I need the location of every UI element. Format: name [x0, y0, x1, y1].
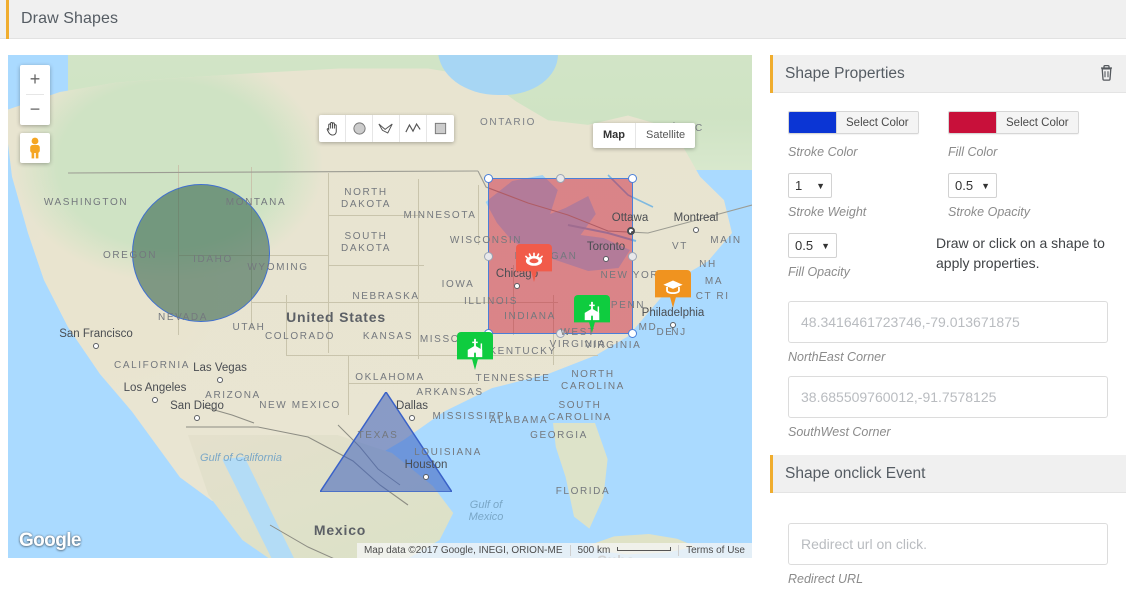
color-row: Select Color Stroke Color Select Color F…	[788, 111, 1108, 159]
stroke-opacity-value: 0.5	[955, 178, 974, 193]
shape-onclick-body: Redirect url on click. Redirect URL	[770, 493, 1126, 586]
stroke-opacity-select[interactable]: 0.5 ▼	[948, 173, 997, 198]
pegman-icon	[30, 137, 40, 159]
street-view-pegman[interactable]	[20, 133, 50, 163]
shape-onclick-title: Shape onclick Event	[785, 465, 926, 482]
church-icon	[574, 297, 610, 325]
map-type-control[interactable]: Map Satellite	[593, 123, 696, 148]
stroke-select-color-button[interactable]: Select Color	[836, 112, 918, 133]
southwest-corner-input[interactable]: 38.685509760012,-91.7578125	[788, 376, 1108, 418]
fill-color-swatch[interactable]	[949, 112, 996, 133]
fill-select-color-button[interactable]: Select Color	[996, 112, 1078, 133]
stroke-color-cell: Select Color Stroke Color	[788, 111, 948, 159]
fill-color-cell: Select Color Fill Color	[948, 111, 1108, 159]
shape-properties-body: Select Color Stroke Color Select Color F…	[770, 93, 1126, 439]
fill-opacity-select[interactable]: 0.5 ▼	[788, 233, 837, 258]
zoom-in-button[interactable]: +	[20, 65, 50, 94]
section-accent-bar	[770, 455, 773, 493]
header-accent-bar	[6, 0, 9, 39]
stroke-weight-label: Stroke Weight	[788, 205, 867, 219]
drawing-toolbar[interactable]	[319, 115, 454, 142]
map-type-map[interactable]: Map	[593, 123, 636, 148]
church-marker-missouri[interactable]	[457, 332, 493, 376]
shape-properties-header: Shape Properties	[770, 55, 1126, 93]
stroke-opacity-cell: 0.5 ▼ Stroke Opacity	[948, 173, 1108, 219]
stroke-weight-cell: 1 ▼ Stroke Weight	[788, 173, 948, 219]
properties-panel: Shape Properties Select Color Stroke Col…	[770, 55, 1126, 589]
graduation-cap-icon	[655, 272, 691, 300]
weight-opacity-row: 1 ▼ Stroke Weight 0.5 ▼ Stroke Opacity	[788, 173, 1108, 219]
section-accent-bar	[770, 55, 773, 93]
stroke-color-widget[interactable]: Select Color	[788, 111, 919, 134]
shape-properties-title: Shape Properties	[785, 65, 905, 82]
fill-opacity-row: 0.5 ▼ Fill Opacity Draw or click on a sh…	[788, 233, 1108, 279]
properties-hint-text: Draw or click on a shape to apply proper…	[936, 235, 1105, 271]
map-attribution: Map data ©2017 Google, INEGI, ORION-ME	[363, 545, 563, 556]
church-marker-indiana[interactable]	[574, 295, 610, 339]
southwest-corner-label: SouthWest Corner	[788, 425, 891, 439]
shape-onclick-header: Shape onclick Event	[770, 455, 1126, 493]
hand-pan-icon[interactable]	[319, 115, 346, 142]
google-logo: Google	[19, 530, 81, 551]
polyline-icon[interactable]	[400, 115, 427, 142]
rectangle-icon[interactable]	[427, 115, 454, 142]
map-scale-label: 500 km	[577, 545, 611, 556]
map-type-satellite[interactable]: Satellite	[636, 123, 695, 148]
fill-opacity-label: Fill Opacity	[788, 265, 850, 279]
chevron-down-icon: ▼	[821, 240, 830, 251]
fill-color-label: Fill Color	[948, 145, 998, 159]
fill-opacity-value: 0.5	[795, 238, 814, 253]
church-icon	[457, 334, 493, 362]
hint-cell: Draw or click on a shape to apply proper…	[936, 233, 1108, 279]
fill-color-widget[interactable]: Select Color	[948, 111, 1079, 134]
page-title: Draw Shapes	[21, 10, 119, 27]
stroke-weight-value: 1	[795, 178, 803, 193]
stroke-color-label: Stroke Color	[788, 145, 858, 159]
stroke-color-swatch[interactable]	[789, 112, 836, 133]
stadium-icon	[516, 246, 552, 274]
northeast-corner-label: NorthEast Corner	[788, 350, 886, 364]
redirect-url-input[interactable]: Redirect url on click.	[788, 523, 1108, 565]
circle-icon[interactable]	[346, 115, 373, 142]
redirect-url-label: Redirect URL	[788, 572, 864, 586]
zoom-out-button[interactable]: −	[20, 95, 50, 124]
northeast-corner-input[interactable]: 48.3416461723746,-79.013671875	[788, 301, 1108, 343]
map-canvas[interactable]: WASHINGTON MONTANA OREGON IDAHO WYOMING NORTH…	[8, 55, 752, 558]
polygon-icon[interactable]	[373, 115, 400, 142]
trash-icon[interactable]	[1099, 64, 1114, 86]
map-footer: Map data ©2017 Google, INEGI, ORION-ME 5…	[356, 543, 752, 558]
zoom-control[interactable]: + −	[20, 65, 50, 125]
university-marker[interactable]	[655, 270, 691, 314]
stroke-weight-select[interactable]: 1 ▼	[788, 173, 832, 198]
chevron-down-icon: ▼	[816, 180, 825, 191]
map-scale-bar	[617, 547, 672, 551]
fill-opacity-cell: 0.5 ▼ Fill Opacity	[788, 233, 936, 279]
page-header: Draw Shapes	[0, 0, 1126, 39]
stadium-marker[interactable]	[516, 244, 552, 288]
terms-of-use-link[interactable]: Terms of Use	[678, 545, 752, 556]
stroke-opacity-label: Stroke Opacity	[948, 205, 1030, 219]
map-scale: 500 km	[569, 545, 679, 556]
chevron-down-icon: ▼	[981, 180, 990, 191]
